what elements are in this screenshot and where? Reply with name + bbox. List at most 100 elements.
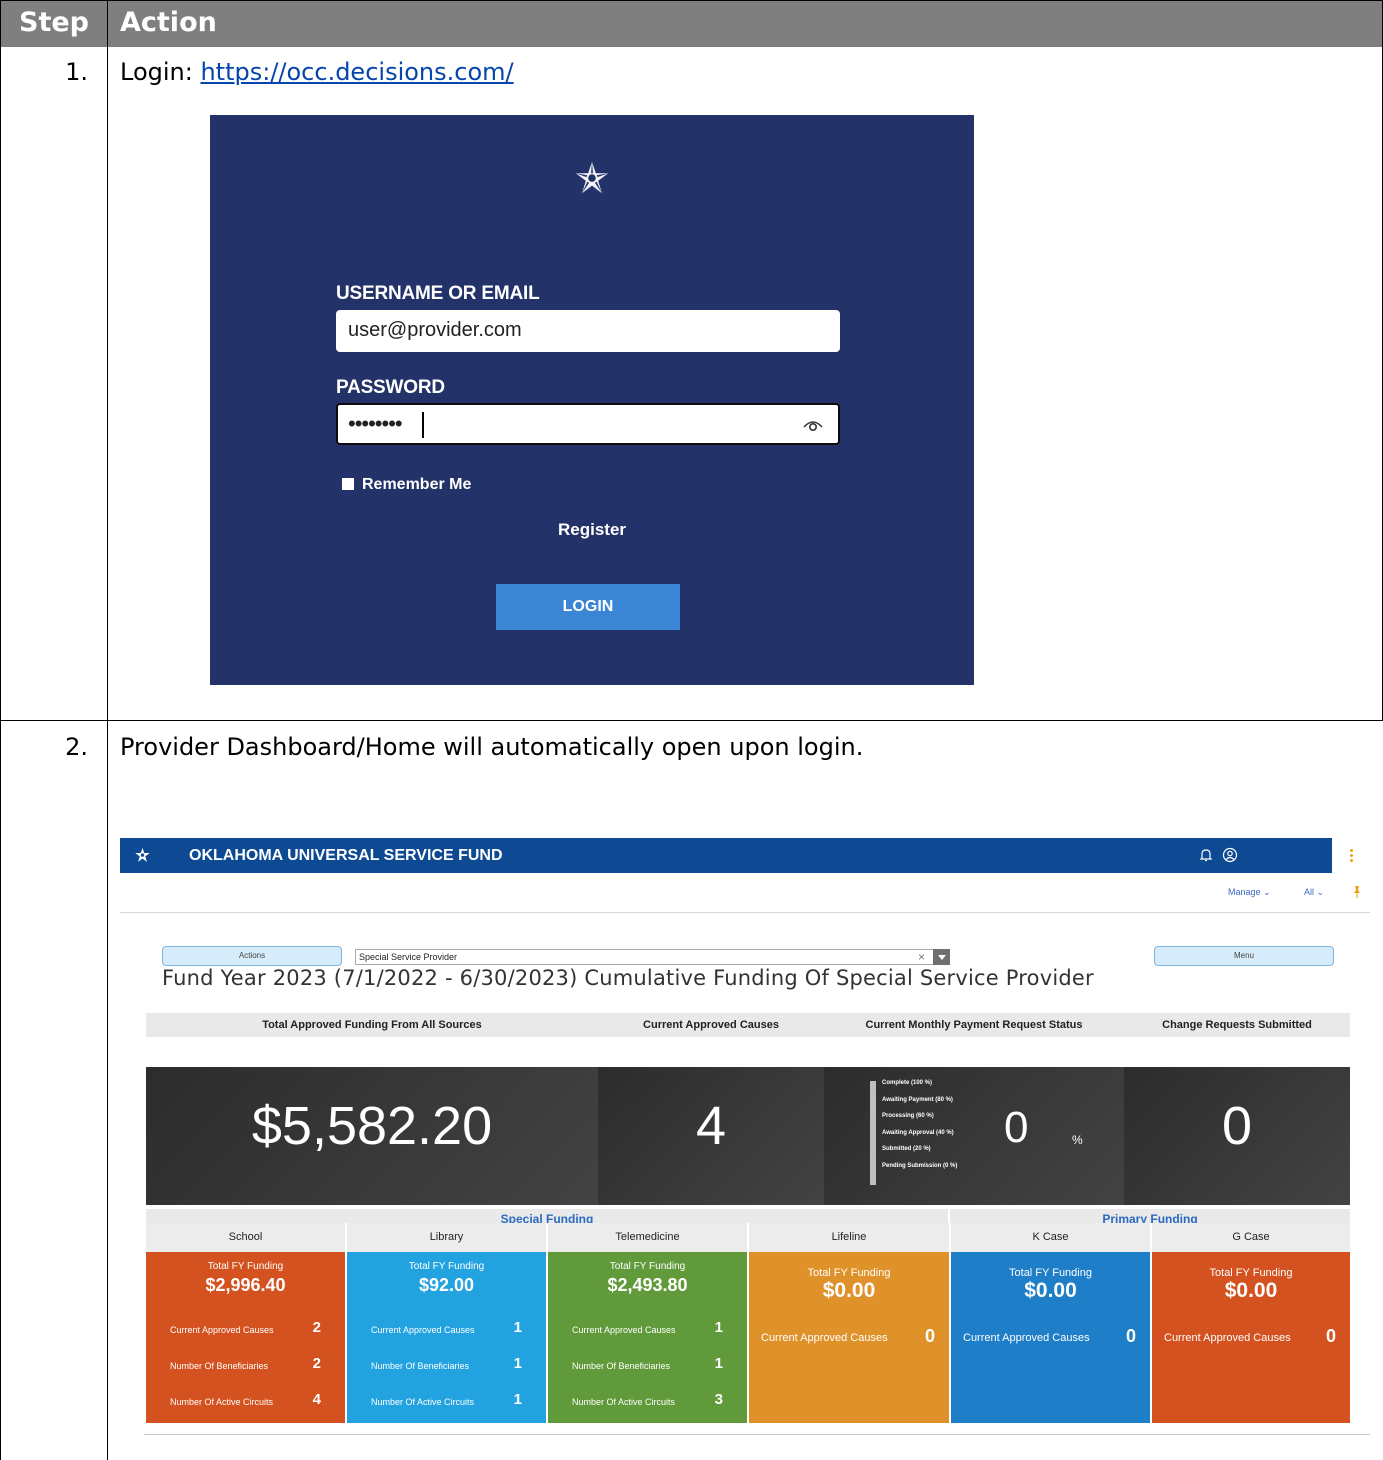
remember-me-label: Remember Me (362, 476, 472, 493)
tile-row-value: 1 (714, 1355, 723, 1372)
tile-row-value: 1 (513, 1355, 522, 1372)
category-header: School (146, 1223, 345, 1252)
tile-funding-value: $0.00 (822, 1279, 876, 1302)
table-border-left (0, 0, 1, 1460)
tile-funding-label: Total FY Funding (207, 1261, 284, 1272)
password-field[interactable]: •••••••• (336, 403, 840, 445)
username-label: USERNAME OR EMAIL (336, 283, 540, 304)
tile-funding-value: $2,493.80 (607, 1275, 688, 1295)
tile-funding-value: $0.00 (1024, 1279, 1077, 1302)
category-tile[interactable]: Total FY Funding $2,996.40 Current Approve… (146, 1252, 345, 1423)
register-link[interactable]: Register (210, 520, 974, 540)
tile-row-value: 0 (1325, 1326, 1336, 1346)
dashboard-screenshot: OKLAHOMA UNIVERSAL SERVICE FUND Manage ⌄… (120, 838, 1370, 1435)
provider-select-value: Special Service Provider (359, 952, 458, 962)
kpi-header-change-requests: Change Requests Submitted (1124, 1013, 1350, 1037)
bottom-divider (144, 1434, 1370, 1435)
username-value: user@provider.com (348, 319, 522, 341)
tile-row-value: 0 (924, 1326, 935, 1346)
category-tile[interactable]: Total FY Funding $0.00 Current Approved Ca… (951, 1252, 1150, 1423)
status-level-item: Submitted (20 %) (882, 1146, 931, 1153)
header-action: Action (120, 7, 217, 38)
document-page: Step Action 1. Login: https://occ.decisi… (0, 0, 1383, 1460)
kpi-change-requests: 0 (1124, 1067, 1350, 1205)
login-url-link[interactable]: https://occ.decisions.com/ (200, 58, 513, 86)
username-field[interactable]: user@provider.com (336, 310, 840, 352)
category-header: Telemedicine (548, 1223, 747, 1252)
fund-year-title: Fund Year 2023 (7/1/2022 - 6/30/2023) Cu… (162, 966, 1094, 990)
login-button[interactable]: LOGIN (496, 584, 680, 630)
kpi-total-funding-value: $5,582.20 (251, 1096, 493, 1156)
tile-row-label: Current Approved Causes (572, 1325, 676, 1335)
all-dropdown[interactable]: All ⌄ (1304, 887, 1324, 898)
tile-row-label: Number Of Beneficiaries (170, 1361, 269, 1371)
category-tile[interactable]: Total FY Funding $0.00 Current Approved Ca… (749, 1252, 949, 1423)
status-levels: Complete (100 %) Awaiting Payment (80 %) P… (882, 1075, 957, 1175)
pin-icon[interactable] (1352, 885, 1362, 899)
special-funding-band: Special Funding (146, 1209, 948, 1223)
actions-button[interactable]: Actions (162, 946, 342, 966)
tile-row-label: Number Of Active Circuits (572, 1397, 676, 1407)
row-divider (0, 720, 1383, 721)
step-number: 1. (65, 58, 88, 86)
tile-row-value: 3 (714, 1391, 723, 1408)
step-number: 2. (65, 733, 88, 761)
header-divider (120, 912, 1370, 913)
category-tile[interactable]: Total FY Funding $2,493.80 Current Approve… (548, 1252, 747, 1423)
tile-funding-label: Total FY Funding (609, 1261, 686, 1272)
user-account-icon[interactable] (1222, 847, 1238, 863)
more-menu-icon[interactable] (1332, 838, 1370, 873)
eye-icon[interactable] (802, 415, 824, 435)
primary-funding-band: Primary Funding (950, 1209, 1350, 1223)
tile-row-value: 1 (714, 1319, 723, 1336)
status-level-item: Pending Submission (0 %) (882, 1162, 958, 1169)
tile-row-label: Current Approved Causes (170, 1325, 274, 1335)
header-step: Step (19, 7, 89, 38)
chevron-down-icon[interactable] (933, 949, 950, 965)
text-caret (422, 412, 424, 438)
tile-row-value: 2 (312, 1355, 321, 1372)
remember-me-checkbox[interactable]: Remember Me (342, 476, 471, 494)
checkbox-box[interactable] (342, 478, 354, 490)
payment-status-value: 0 (1004, 1103, 1029, 1152)
category-header: G Case (1152, 1223, 1350, 1252)
tile-row-label: Current Approved Causes (371, 1325, 475, 1335)
kpi-header-approved-causes: Current Approved Causes (598, 1013, 824, 1037)
provider-select[interactable]: Special Service Provider × (355, 949, 950, 965)
tile-funding-label: Total FY Funding (807, 1267, 891, 1279)
clear-icon[interactable]: × (918, 950, 925, 964)
category-tile[interactable]: Total FY Funding $0.00 Current Approved Ca… (1152, 1252, 1350, 1423)
app-title: OKLAHOMA UNIVERSAL SERVICE FUND (189, 847, 503, 864)
tile-row-label: Number Of Beneficiaries (371, 1361, 470, 1371)
tile-row-label: Current Approved Causes (963, 1332, 1090, 1344)
kpi-total-funding: $5,582.20 (146, 1067, 598, 1205)
tile-funding-label: Total FY Funding (408, 1261, 485, 1272)
password-value: •••••••• (348, 411, 403, 436)
manage-dropdown[interactable]: Manage ⌄ (1228, 887, 1271, 898)
tile-row-label: Number Of Active Circuits (170, 1397, 274, 1407)
tile-row-label: Current Approved Causes (761, 1332, 888, 1344)
category-tile[interactable]: Total FY Funding $92.00 Current Approved C… (347, 1252, 546, 1423)
kpi-change-requests-value: 0 (1221, 1096, 1253, 1156)
table-divider (107, 0, 108, 1460)
table-border-top (0, 0, 1383, 1)
tile-funding-value: $2,996.40 (205, 1275, 286, 1295)
tile-funding-label: Total FY Funding (1009, 1267, 1092, 1279)
status-level-item: Complete (100 %) (882, 1080, 933, 1086)
tile-row-value: 4 (312, 1391, 321, 1408)
status-level-item: Processing (60 %) (882, 1113, 934, 1120)
tile-row-label: Current Approved Causes (1164, 1332, 1291, 1344)
bell-icon[interactable] (1198, 847, 1214, 863)
tile-funding-label: Total FY Funding (1209, 1267, 1293, 1279)
oklahoma-star-logo-icon (575, 161, 609, 194)
tile-row-value: 1 (513, 1319, 522, 1336)
menu-button[interactable]: Menu (1154, 946, 1334, 966)
status-level-item: Awaiting Payment (80 %) (882, 1096, 953, 1103)
tile-row-value: 1 (513, 1391, 522, 1408)
step-text: Login: https://occ.decisions.com/ (120, 58, 514, 86)
tile-funding-value: $0.00 (1224, 1279, 1278, 1302)
oklahoma-star-logo-icon (135, 847, 150, 862)
step-text: Provider Dashboard/Home will automatical… (120, 733, 864, 761)
category-header: Lifeline (749, 1223, 949, 1252)
status-level-item: Awaiting Approval (40 %) (882, 1129, 954, 1136)
